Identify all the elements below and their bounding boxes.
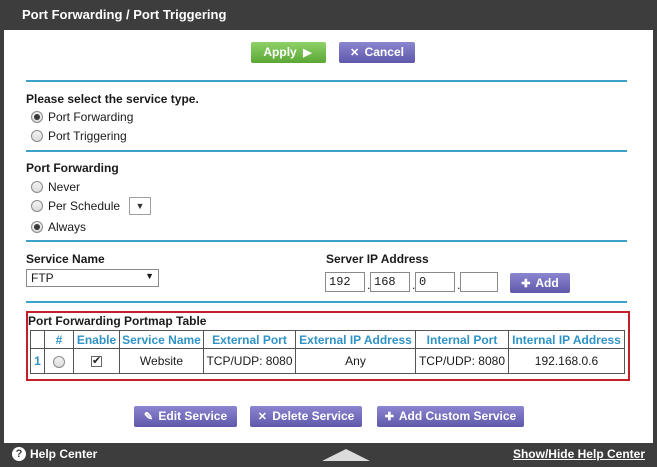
port-forwarding-heading: Port Forwarding	[26, 161, 119, 175]
add-ip-button[interactable]: ✚ Add	[510, 273, 570, 293]
column-header-row-index	[30, 330, 45, 349]
row-internal-ip: 192.168.0.6	[508, 348, 625, 374]
frame-right	[653, 30, 657, 443]
pencil-icon: ✎	[143, 411, 154, 423]
radio-port-triggering[interactable]: Port Triggering	[31, 128, 127, 144]
column-header-internal-ip: Internal IP Address	[508, 330, 625, 349]
radio-port-forwarding[interactable]: Port Forwarding	[31, 109, 133, 125]
radio-always[interactable]: Always	[31, 219, 86, 235]
row-service-name: Website	[119, 348, 204, 374]
divider	[26, 80, 627, 82]
close-icon: ✕	[257, 411, 267, 423]
schedule-select[interactable]: ▼	[129, 197, 151, 215]
radio-unchecked-icon[interactable]	[31, 130, 43, 142]
apply-label: Apply	[263, 45, 297, 59]
divider	[26, 301, 627, 303]
chevron-down-icon: ▼	[145, 271, 154, 281]
ip-octet-4[interactable]	[460, 272, 498, 292]
enable-checkbox[interactable]	[91, 354, 102, 368]
help-icon[interactable]: ?	[12, 447, 26, 461]
add-custom-service-button[interactable]: ✚ Add Custom Service	[377, 406, 524, 427]
radio-per-schedule[interactable]: Per Schedule	[31, 198, 120, 214]
edit-service-label: Edit Service	[158, 409, 228, 423]
radio-label: Never	[48, 180, 81, 194]
service-name-select[interactable]: FTP ▼	[26, 269, 159, 287]
row-select-radio[interactable]	[53, 355, 65, 368]
portmap-title: Port Forwarding Portmap Table	[28, 314, 207, 328]
radio-checked-icon[interactable]	[31, 221, 43, 233]
row-select-cell	[44, 348, 74, 374]
apply-button[interactable]: Apply ▶	[251, 42, 326, 63]
row-external-port: TCP/UDP: 8080	[203, 348, 296, 374]
column-header-external-port: External Port	[203, 330, 296, 349]
add-custom-service-label: Add Custom Service	[398, 409, 517, 423]
ip-octet-3[interactable]: 0	[415, 272, 455, 292]
service-type-heading: Please select the service type.	[26, 92, 199, 106]
service-name-value: FTP	[31, 271, 54, 285]
show-hide-help-link[interactable]: Show/Hide Help Center	[513, 447, 645, 461]
divider	[26, 150, 627, 152]
divider	[26, 240, 627, 242]
radio-label: Port Forwarding	[48, 110, 134, 124]
cancel-button[interactable]: ✕ Cancel	[339, 42, 415, 63]
column-header-service-name: Service Name	[119, 330, 204, 349]
close-icon: ✕	[350, 47, 360, 59]
column-header-external-ip: External IP Address	[295, 330, 416, 349]
radio-unchecked-icon[interactable]	[31, 181, 43, 193]
radio-never[interactable]: Never	[31, 179, 80, 195]
portmap-table: # Enable Service Name External Port Exte…	[30, 330, 625, 374]
row-external-ip: Any	[295, 348, 416, 374]
add-ip-label: Add	[535, 276, 559, 290]
row-enable-cell	[73, 348, 120, 374]
column-header-internal-port: Internal Port	[415, 330, 509, 349]
ip-octet-2[interactable]: 168	[370, 272, 410, 292]
radio-label: Always	[48, 220, 87, 234]
window-title: Port Forwarding / Port Triggering	[0, 0, 657, 30]
plus-icon: ✚	[384, 411, 394, 423]
chevron-down-icon: ▼	[135, 201, 145, 211]
radio-label: Port Triggering	[48, 129, 127, 143]
row-index: 1	[30, 348, 45, 374]
plus-icon: ✚	[521, 278, 531, 290]
ip-octet-1[interactable]: 192	[325, 272, 365, 292]
portmap-section: Port Forwarding Portmap Table # Enable S…	[26, 311, 630, 381]
table-row: 1 Website TCP/UDP: 8080 Any TCP/UDP: 808…	[30, 348, 625, 374]
service-name-label: Service Name	[26, 252, 105, 266]
edit-service-button[interactable]: ✎ Edit Service	[134, 406, 237, 427]
delete-service-label: Delete Service	[272, 409, 355, 423]
cancel-label: Cancel	[364, 45, 404, 59]
footer-bar: ? Help Center Show/Hide Help Center	[0, 443, 657, 467]
radio-label: Per Schedule	[48, 199, 121, 213]
row-internal-port: TCP/UDP: 8080	[415, 348, 509, 374]
main-content: Apply ▶ ✕ Cancel Please select the servi…	[4, 30, 653, 443]
expand-triangle-icon[interactable]	[322, 449, 370, 461]
column-header-enable: Enable	[73, 330, 120, 349]
radio-unchecked-icon[interactable]	[31, 200, 43, 212]
column-header-number: #	[44, 330, 74, 349]
server-ip-label: Server IP Address	[326, 252, 429, 266]
radio-checked-icon[interactable]	[31, 111, 43, 123]
help-center-link[interactable]: Help Center	[30, 447, 97, 461]
delete-service-button[interactable]: ✕ Delete Service	[250, 406, 362, 427]
play-icon: ▶	[300, 47, 312, 59]
